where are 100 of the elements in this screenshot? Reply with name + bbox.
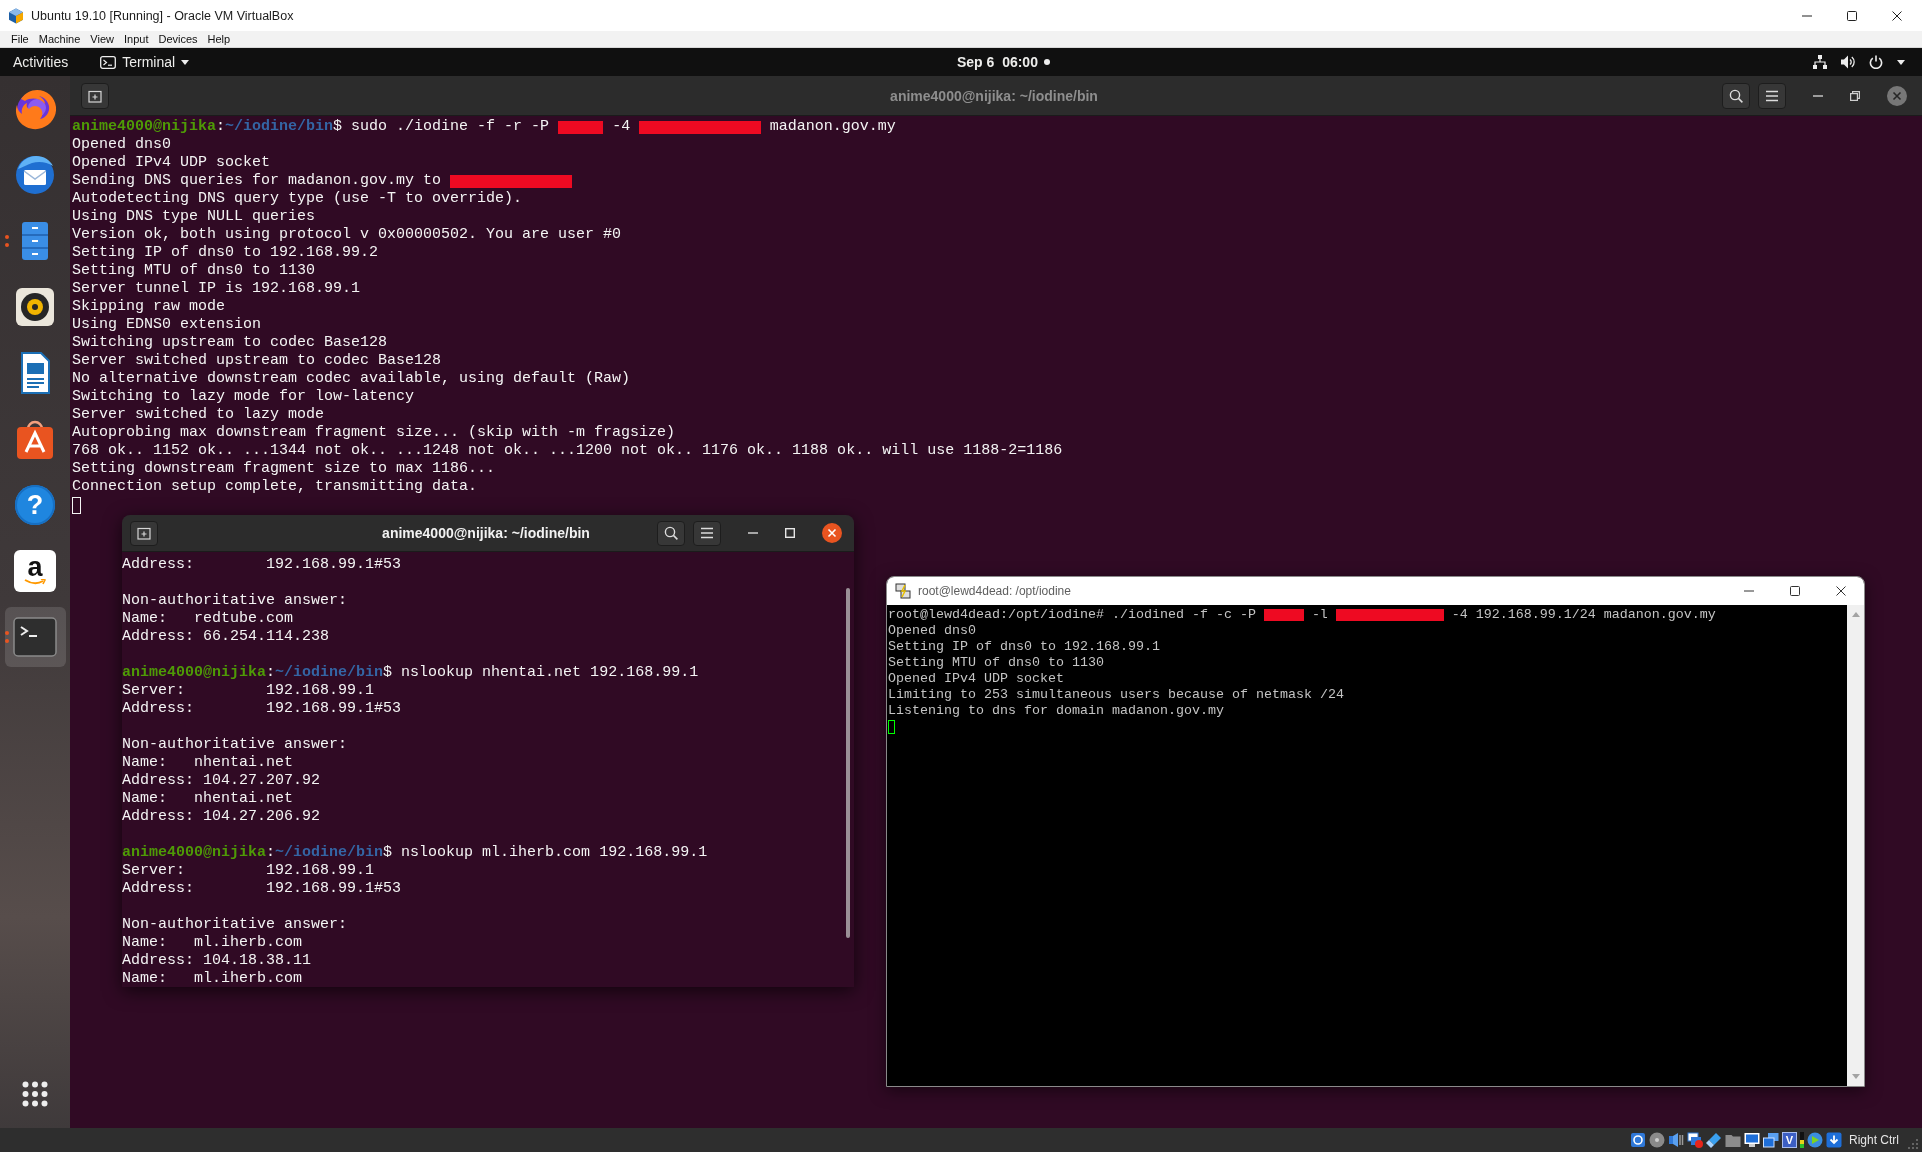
meter-icon [1800,1132,1804,1148]
network-icon[interactable] [1687,1132,1703,1148]
menu-item[interactable]: View [85,32,119,46]
monitors-icon [895,583,911,599]
command-text: -4 192.168.99.1/24 madanon.gov.my [1451,607,1716,623]
terminal-line: Server: 192.168.99.1 [122,682,375,700]
redaction-bar [1263,609,1304,621]
new-tab-button[interactable] [130,520,158,546]
search-icon [664,526,678,540]
monitor-icon[interactable] [1744,1132,1760,1148]
terminal-line: Address: 104.18.38.11 [122,952,312,970]
power-icon[interactable] [1869,55,1883,69]
terminal-line: Connection setup complete, transmitting data. [72,478,478,496]
down-arrow-icon[interactable] [1826,1132,1842,1148]
caret-icon[interactable] [1897,59,1905,65]
globe-icon[interactable] [13,87,57,131]
network-icon[interactable] [1813,55,1827,69]
terminal-line: Address: 192.168.99.1#53 [122,700,402,718]
host-key-label: Right Ctrl [1849,1133,1899,1147]
terminal-line: Server switched upstream to codec Base128 [72,352,442,370]
shop-button[interactable]: a [14,550,56,592]
close-icon[interactable] [1836,586,1846,596]
smile-arrow-icon [24,578,46,585]
overlapping-windows-icon[interactable] [1763,1132,1779,1148]
menu-item[interactable]: Machine [33,32,86,46]
terminal-line: Autodetecting DNS query type (use -T to override). [72,190,523,208]
terminal-line: Opened IPv4 UDP socket [72,154,271,172]
terminal-line: Skipping raw mode [72,298,226,316]
terminal-line: Using EDNS0 extension [72,316,262,334]
usb-stick-icon[interactable] [1706,1132,1722,1148]
terminal-line: Non-authoritative answer: [122,592,348,610]
menu-button[interactable] [693,520,721,546]
terminal-line: Opened dns0 [72,136,172,154]
disk-icon[interactable] [1630,1132,1646,1148]
terminal-icon[interactable] [13,617,57,657]
speaker-icon[interactable] [1668,1132,1684,1148]
search-button[interactable] [657,520,685,546]
terminal-line: Setting downstream fragment size to max 1186... [72,460,496,478]
close-icon[interactable] [1892,10,1902,21]
terminal-line: Opened IPv4 UDP socket [888,671,1064,687]
app-grid-icon[interactable] [22,1081,48,1107]
terminal-line: Setting IP of dns0 to 192.168.99.2 [72,244,379,262]
menu-item[interactable]: File [6,32,34,46]
terminal-line: Name: redtube.com [122,610,294,628]
command-text: sudo ./iodine -f -r -P [351,118,550,136]
menu-item[interactable]: Input [118,32,154,46]
terminal-line: Address: 104.27.206.92 [122,808,321,826]
window-title: Ubuntu 19.10 [Running] - Oracle VM VirtualBox [31,8,294,23]
envelope-icon[interactable] [13,153,57,197]
terminal-line: Setting MTU of dns0 to 1130 [72,262,316,280]
tab-plus-icon [88,88,102,103]
restore-icon[interactable] [1850,90,1860,101]
redaction-bar [558,120,604,134]
engine-indicator[interactable]: V [1782,1132,1797,1148]
command-text: Sending DNS queries for madanon.gov.my to [72,172,442,190]
app-menu[interactable]: Terminal [100,54,190,70]
scrollbar-thumb[interactable] [846,588,850,938]
terminal-line: Name: ml.iherb.com [122,934,303,952]
tab-plus-icon [137,526,151,540]
menu-icon [700,526,714,540]
prompt-line: anime4000@nijika:~/iodine/bin$ nslookup nhentai.net 192.168.99.1 [122,664,699,682]
terminal-line: Autoprobing max downstream fragment size... (skip with -m fragsize) [72,424,676,442]
terminal-line: Setting MTU of dns0 to 1130 [888,655,1104,671]
terminal-line: Switching upstream to codec Base128 [72,334,388,352]
speaker-icon[interactable] [13,285,57,329]
terminal-line: Name: nhentai.net [122,754,294,772]
terminal-line: Using DNS type NULL queries [72,208,316,226]
terminal-icon [100,55,117,69]
disc-icon[interactable] [1649,1132,1665,1148]
minimize-icon[interactable] [1802,14,1812,17]
maximize-icon[interactable] [1790,586,1800,596]
menu-button[interactable] [1758,82,1786,109]
terminal-line: Version ok, both using protocol v 0x00000502. You are user #0 [72,226,622,244]
prompt-text: anime4000@nijika:~/iodine/bin$ [72,118,343,136]
activities-button[interactable]: Activities [13,54,69,70]
volume-icon[interactable] [1841,55,1855,69]
close-icon[interactable] [822,523,842,543]
clock-button[interactable]: Sep 6 06:00 [957,54,1050,70]
help-button[interactable]: ? [15,485,55,525]
cube-icon [8,7,24,24]
terminal-line: Name: nhentai.net [122,790,294,808]
terminal-line: Address: 192.168.99.1#53 [122,880,402,898]
maximize-icon[interactable] [1847,10,1857,21]
window-title: anime4000@nijika: ~/iodine/bin [890,87,1098,104]
circular-arrows-icon[interactable] [1807,1132,1823,1148]
resize-grip-icon[interactable] [1908,1139,1918,1149]
search-button[interactable] [1722,82,1750,109]
new-tab-button[interactable] [81,82,109,109]
menu-item[interactable]: Help [202,32,236,46]
search-icon [1729,88,1743,103]
caret-icon [181,59,190,65]
terminal-line: Address: 192.168.99.1#53 [122,556,402,574]
terminal-line: Address: 66.254.114.238 [122,628,330,646]
window-title: anime4000@nijika: ~/iodine/bin [382,525,590,541]
folder-icon[interactable] [1725,1132,1741,1148]
terminal-line: 768 ok.. 1152 ok.. ...1344 not ok.. ...1248 not ok.. ...1200 not ok.. 1176 ok.. 1188 ok.. will use 1188-2=1186 [72,442,1063,460]
cursor-icon [888,720,895,734]
terminal-line: Setting IP of dns0 to 192.168.99.1 [888,639,1160,655]
terminal-line: Opened dns0 [888,623,976,639]
menu-item[interactable]: Devices [153,32,203,46]
